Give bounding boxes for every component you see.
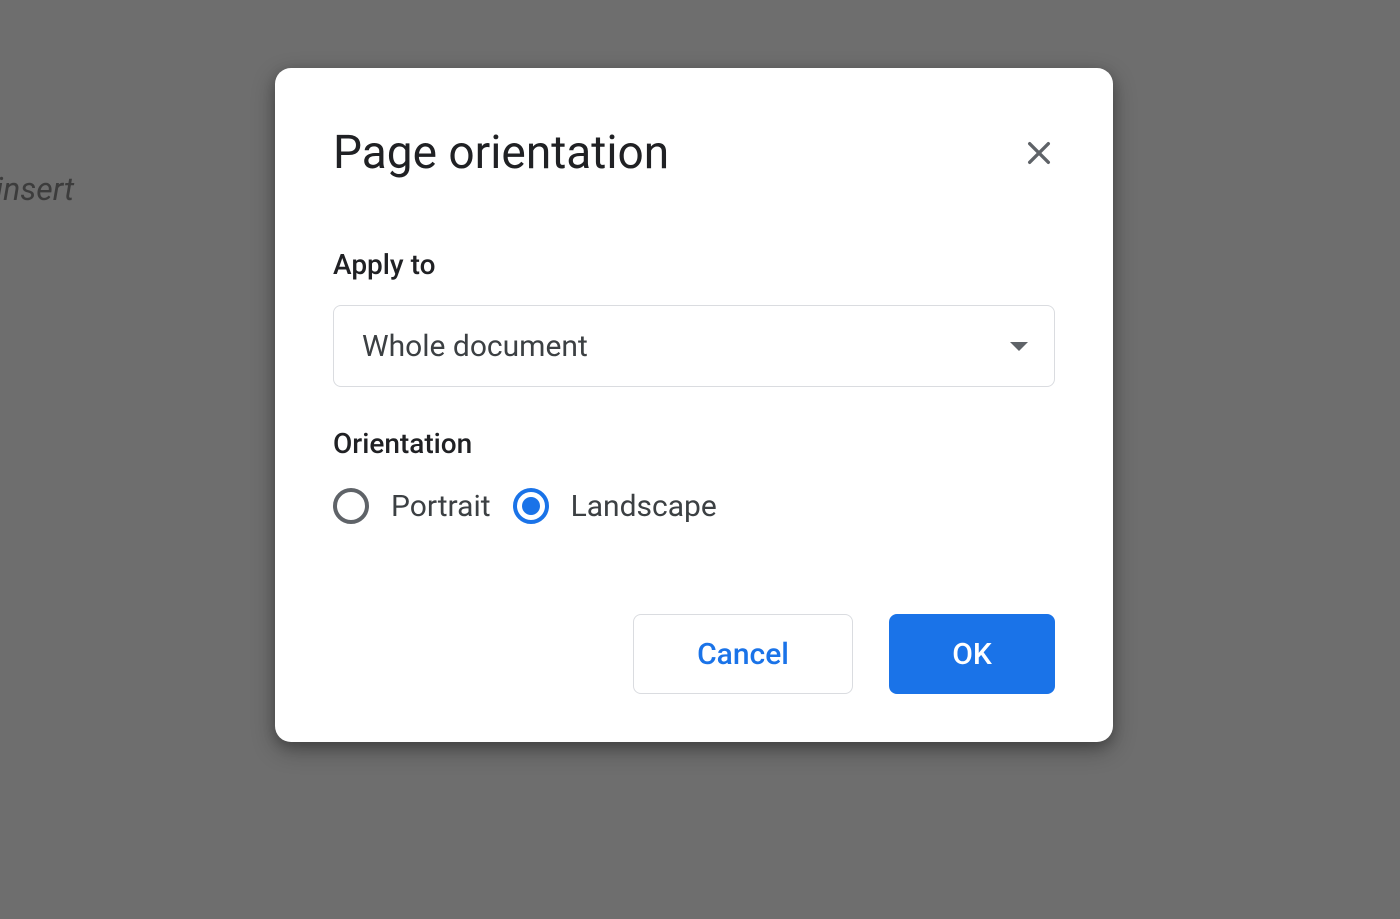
radio-unselected-icon [333, 488, 369, 524]
dialog-actions: Cancel OK [333, 614, 1055, 694]
close-icon [1023, 137, 1055, 169]
apply-to-label: Apply to [333, 248, 1055, 281]
page-orientation-dialog: Page orientation Apply to Whole document… [275, 68, 1113, 742]
landscape-label: Landscape [571, 489, 717, 524]
close-button[interactable] [1015, 129, 1063, 177]
caret-down-icon [1010, 342, 1028, 351]
dialog-header: Page orientation [333, 126, 1055, 180]
radio-selected-icon [513, 488, 549, 524]
orientation-portrait-option[interactable]: Portrait [333, 488, 491, 524]
cancel-button[interactable]: Cancel [633, 614, 853, 694]
orientation-radio-group: Portrait Landscape [333, 488, 1055, 524]
orientation-landscape-option[interactable]: Landscape [513, 488, 717, 524]
apply-to-value: Whole document [362, 329, 588, 364]
apply-to-dropdown[interactable]: Whole document [333, 305, 1055, 387]
orientation-label: Orientation [333, 427, 1055, 460]
dialog-title: Page orientation [333, 126, 669, 180]
portrait-label: Portrait [391, 489, 491, 524]
background-partial-text: o insert [0, 170, 74, 208]
ok-button[interactable]: OK [889, 614, 1055, 694]
